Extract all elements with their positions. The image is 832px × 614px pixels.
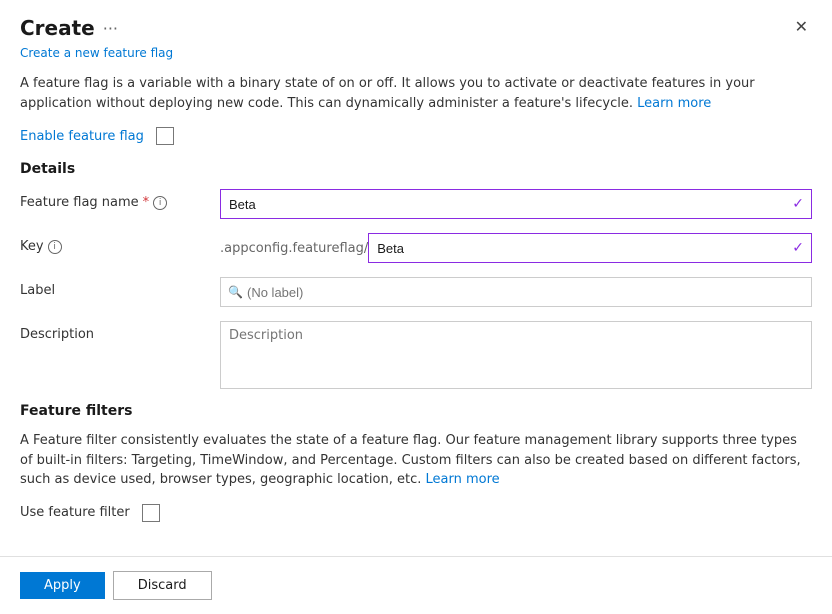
filter-description: A Feature filter consistently evaluates …: [20, 431, 812, 490]
discard-button[interactable]: Discard: [113, 571, 212, 600]
key-prefix: .appconfig.featureflag/: [220, 241, 368, 256]
create-panel: Create ··· ✕ Create a new feature flag A…: [0, 0, 832, 614]
name-check-icon: ✓: [792, 196, 804, 212]
details-section-title: Details: [20, 161, 812, 177]
panel-subtitle[interactable]: Create a new feature flag: [0, 44, 832, 60]
learn-more-link-2[interactable]: Learn more: [426, 472, 500, 487]
key-input-container: ✓: [368, 233, 812, 263]
key-input-wrap: .appconfig.featureflag/ ✓: [220, 233, 812, 263]
description-row: Description: [20, 321, 812, 389]
feature-filters-section: Feature filters A Feature filter consist…: [20, 403, 812, 522]
description-input-wrap: [220, 321, 812, 389]
label-input[interactable]: [220, 277, 812, 307]
use-filter-label: Use feature filter: [20, 505, 130, 520]
description-text: A feature flag is a variable with a bina…: [20, 74, 812, 113]
name-row: Feature flag name * i ✓: [20, 189, 812, 219]
name-info-icon[interactable]: i: [153, 196, 167, 210]
name-input-container: ✓: [220, 189, 812, 219]
key-input[interactable]: [368, 233, 812, 263]
title-row: Create ···: [20, 16, 118, 40]
name-input[interactable]: [220, 189, 812, 219]
apply-button[interactable]: Apply: [20, 572, 105, 599]
enable-label: Enable feature flag: [20, 129, 144, 144]
close-button[interactable]: ✕: [791, 16, 812, 40]
panel-title: Create: [20, 16, 95, 40]
use-filter-row: Use feature filter: [20, 504, 812, 522]
key-info-icon[interactable]: i: [48, 240, 62, 254]
learn-more-link-1[interactable]: Learn more: [637, 96, 711, 111]
panel-header: Create ··· ✕: [0, 0, 832, 44]
panel-body: A feature flag is a variable with a bina…: [0, 60, 832, 556]
enable-row: Enable feature flag: [20, 127, 812, 145]
label-input-wrap-outer: 🔍: [220, 277, 812, 307]
required-star: *: [143, 195, 150, 210]
enable-checkbox[interactable]: [156, 127, 174, 145]
search-icon: 🔍: [228, 285, 243, 299]
use-filter-checkbox[interactable]: [142, 504, 160, 522]
label-label: Label: [20, 277, 220, 298]
key-check-icon: ✓: [792, 240, 804, 256]
key-row: Key i .appconfig.featureflag/ ✓: [20, 233, 812, 263]
name-label: Feature flag name * i: [20, 189, 220, 210]
more-options-icon[interactable]: ···: [103, 19, 118, 38]
label-input-container: 🔍: [220, 277, 812, 307]
description-textarea[interactable]: [220, 321, 812, 389]
label-row: Label 🔍: [20, 277, 812, 307]
description-label: Description: [20, 321, 220, 342]
name-input-wrap: ✓: [220, 189, 812, 219]
filters-section-title: Feature filters: [20, 403, 812, 419]
key-label: Key i: [20, 233, 220, 254]
panel-footer: Apply Discard: [0, 556, 832, 614]
